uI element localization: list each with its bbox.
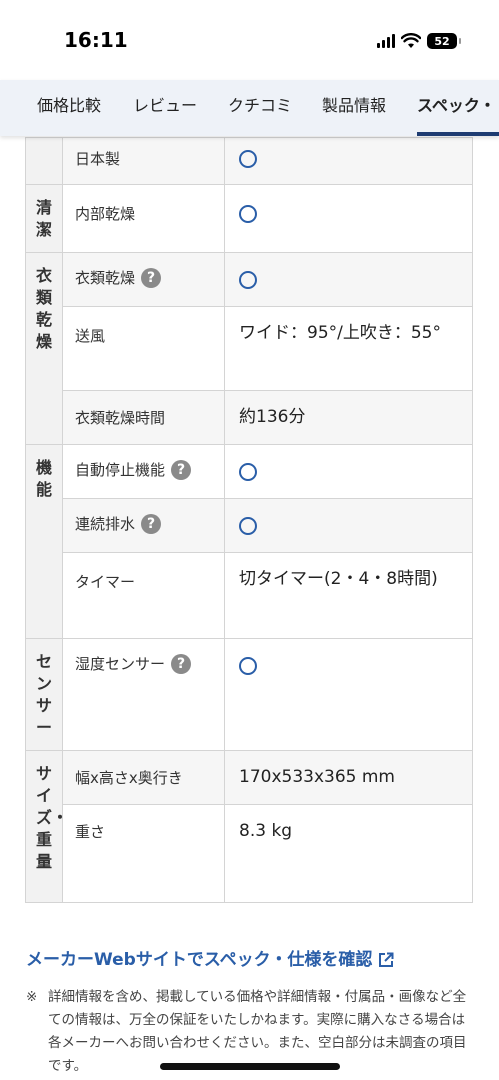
spec-label: 送風 (62, 306, 225, 391)
battery-icon: 52 (427, 33, 461, 49)
maker-website-link[interactable]: メーカーWebサイトでスペック・仕様を確認 (26, 945, 394, 970)
table-row: 清潔 内部乾燥 (25, 184, 473, 253)
spec-label-text: 重さ (75, 823, 106, 841)
spec-label-text: 日本製 (75, 150, 121, 168)
table-row: サイズ・重量 幅x高さx奥行き 170x533x365 mm (25, 750, 473, 903)
table-row: 重さ 8.3 kg (26, 804, 473, 903)
available-circle-icon (239, 205, 257, 223)
spec-label: タイマー (62, 552, 225, 639)
table-row: 衣類乾燥時間 約136分 (26, 390, 473, 445)
external-link-icon (379, 952, 394, 967)
category-label: センサー (36, 652, 53, 737)
spec-value (224, 184, 473, 253)
spec-value: 170x533x365 mm (224, 750, 473, 805)
table-row: センサー 湿度センサー? (25, 638, 473, 751)
category-cell: 機能 (25, 444, 63, 639)
spec-value (224, 498, 473, 553)
category-cell: サイズ・重量 (25, 750, 69, 903)
spec-value-text: ワイド：95°/上吹き：55° (239, 323, 441, 343)
spec-value: 約136分 (224, 390, 473, 445)
spec-value: 8.3 kg (224, 804, 473, 903)
spec-label-text: 湿度センサー (75, 655, 166, 673)
spec-value: 切タイマー(2・4・8時間) (224, 552, 473, 639)
category-cell: センサー (25, 638, 63, 751)
category-label: 機能 (36, 458, 53, 499)
tab-review[interactable]: レビュー (133, 80, 197, 136)
spec-table: 日本製 清潔 内部乾燥 衣類乾燥 衣類乾燥? 送風 ワイド：95°/上吹き：55… (25, 137, 473, 903)
table-row: タイマー 切タイマー(2・4・8時間) (26, 552, 473, 639)
spec-value (224, 137, 473, 185)
weight-link[interactable]: 8.3 kg (239, 821, 292, 841)
category-cell: 衣類乾燥 (25, 252, 63, 445)
available-circle-icon (239, 657, 257, 675)
spec-label-text: 送風 (75, 327, 106, 345)
signal-icon (377, 34, 395, 48)
spec-label: 重さ (62, 804, 225, 903)
available-circle-icon (239, 150, 257, 168)
spec-label: 日本製 (62, 137, 225, 185)
available-circle-icon (239, 517, 257, 535)
spec-label: 連続排水? (62, 498, 225, 553)
tab-product-info[interactable]: 製品情報 (322, 80, 386, 136)
table-row: 送風 ワイド：95°/上吹き：55° (26, 306, 473, 391)
spec-value (224, 252, 473, 307)
help-icon[interactable]: ? (171, 653, 192, 674)
spec-label: 衣類乾燥時間 (62, 390, 225, 445)
spec-label: 湿度センサー? (62, 638, 225, 751)
spec-label-text: 衣類乾燥 (75, 269, 136, 287)
help-icon[interactable]: ? (141, 267, 162, 288)
tab-spec[interactable]: スペック・ (417, 80, 499, 136)
spec-label: 自動停止機能? (62, 444, 225, 499)
notice-mark: ※ (26, 989, 38, 1005)
available-circle-icon (239, 271, 257, 289)
battery-level: 52 (434, 34, 450, 48)
status-icons: 52 (377, 30, 461, 52)
wifi-icon (401, 33, 421, 48)
table-row: 機能 自動停止機能? (25, 444, 473, 639)
spec-value-text: 約136分 (239, 407, 306, 427)
home-indicator[interactable] (160, 1063, 340, 1070)
spec-label: 衣類乾燥? (62, 252, 225, 307)
status-time: 16:11 (64, 28, 128, 52)
available-circle-icon (239, 463, 257, 481)
spec-label: 内部乾燥 (62, 184, 225, 253)
tab-price-comparison[interactable]: 価格比較 (37, 80, 101, 136)
status-bar: 16:11 52 (0, 0, 499, 80)
spec-value: ワイド：95°/上吹き：55° (224, 306, 473, 391)
spec-label-text: 幅x高さx奥行き (75, 769, 183, 787)
table-row: 衣類乾燥 衣類乾燥? (25, 252, 473, 445)
spec-value-text: 切タイマー(2・4・8時間) (239, 569, 438, 589)
tab-bar: 価格比較 レビュー クチコミ 製品情報 スペック・ (0, 80, 499, 136)
category-label: 衣類乾燥 (36, 266, 53, 351)
spec-label-text: 衣類乾燥時間 (75, 409, 166, 427)
spec-label: 幅x高さx奥行き (62, 750, 225, 805)
spec-label-text: 自動停止機能 (75, 461, 166, 479)
spec-label-text: 内部乾燥 (75, 205, 136, 223)
spec-value (224, 444, 473, 499)
category-cell (25, 137, 63, 185)
tab-kuchikomi[interactable]: クチコミ (228, 80, 292, 136)
category-label: サイズ・重量 (36, 764, 69, 871)
help-icon[interactable]: ? (141, 513, 162, 534)
table-row: 連続排水? (26, 498, 473, 553)
maker-website-link-label: メーカーWebサイトでスペック・仕様を確認 (26, 950, 373, 970)
spec-value-text: 170x533x365 mm (239, 767, 395, 787)
spec-value (224, 638, 473, 751)
table-row: 日本製 (25, 137, 473, 185)
spec-label-text: 連続排水 (75, 515, 136, 533)
category-cell: 清潔 (25, 184, 63, 253)
category-label: 清潔 (36, 198, 53, 239)
help-icon[interactable]: ? (171, 459, 192, 480)
spec-label-text: タイマー (75, 573, 136, 591)
